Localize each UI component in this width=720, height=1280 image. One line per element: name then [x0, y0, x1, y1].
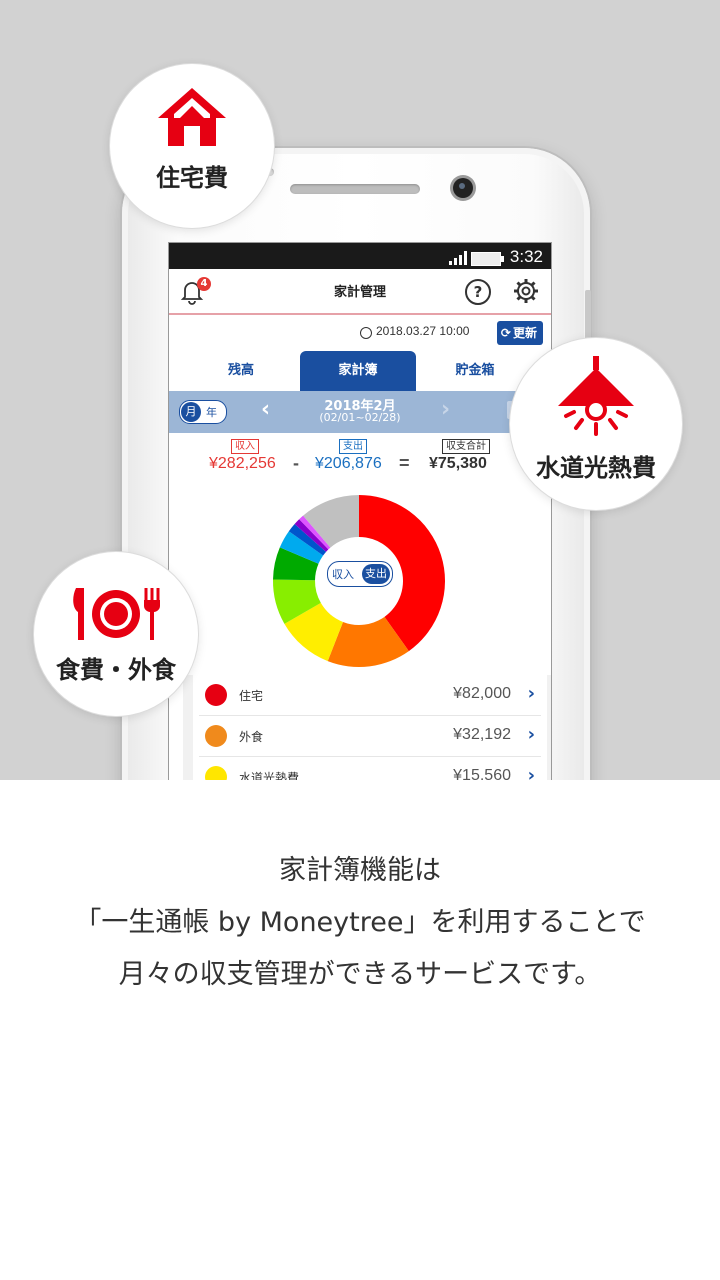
bubble-housing: 住宅費 [110, 64, 274, 228]
speaker [290, 184, 420, 194]
sync-timestamp: 2018.03.27 10:00 [376, 324, 470, 338]
bubble-food: 食費・外食 [34, 552, 198, 716]
expense-value: ¥206,876 [315, 455, 382, 472]
period-range: (02/01~02/28) [319, 411, 401, 424]
category-list-panel: 住宅 ¥82,000 › 外食 ¥32,192 › 水道光熱費 ¥15,560 … [183, 675, 551, 780]
category-name: 住宅 [239, 689, 264, 703]
caption-line-1: 家計簿機能は [279, 855, 441, 886]
minus-sign: - [293, 453, 299, 473]
period-bar: 月 年 ‹ 2018年2月 (02/01~02/28) › [169, 391, 551, 433]
sync-row: 2018.03.27 10:00 ⟳ 更新 [169, 315, 551, 351]
front-camera [453, 178, 473, 198]
gear-icon[interactable] [513, 278, 539, 304]
clock-icon [360, 327, 372, 339]
expense-label: 支出 [339, 439, 367, 454]
hero-area: 3:32 4 家計管理 ? 2018.03.27 10:00 ⟳ 更新 残高 家… [0, 0, 720, 780]
income-value: ¥282,256 [209, 455, 276, 472]
chevron-right-icon[interactable]: › [441, 397, 450, 422]
list-item-housing[interactable]: 住宅 ¥82,000 › [199, 675, 541, 716]
tab-household[interactable]: 家計簿 [300, 351, 416, 391]
summary-row: 収入 ¥282,256 - 支出 ¥206,876 = 収支合計 ¥75,380 [169, 433, 551, 481]
category-amount: ¥82,000 [453, 685, 511, 702]
income-label: 収入 [231, 439, 259, 454]
caption-line-3: 月々の収支管理ができるサービスです。 [118, 959, 602, 990]
category-name: 外食 [239, 730, 264, 744]
dining-icon [205, 725, 227, 747]
bubble-food-label: 食費・外食 [56, 656, 176, 684]
list-item-utilities[interactable]: 水道光熱費 ¥15,560 › [199, 757, 541, 780]
tab-balance[interactable]: 残高 [183, 351, 299, 391]
chevron-right-icon: › [527, 765, 535, 780]
bubble-utilities-label: 水道光熱費 [536, 454, 656, 482]
app-header: 4 家計管理 ? [169, 269, 551, 315]
lightbulb-icon [205, 766, 227, 780]
category-name: 水道光熱費 [239, 771, 300, 780]
cutlery-icon [73, 588, 160, 640]
refresh-label: 更新 [512, 326, 537, 340]
total-value: ¥75,380 [429, 455, 487, 472]
house-icon [205, 684, 227, 706]
refresh-button[interactable]: ⟳ 更新 [496, 321, 543, 345]
chevron-right-icon: › [527, 683, 535, 704]
house-icon [158, 88, 226, 146]
phone-screen: 3:32 4 家計管理 ? 2018.03.27 10:00 ⟳ 更新 残高 家… [168, 242, 552, 780]
status-bar: 3:32 [169, 243, 551, 269]
category-amount: ¥32,192 [453, 726, 511, 743]
chart-toggle-expense[interactable]: 支出 [362, 564, 390, 584]
signal-icon [449, 251, 467, 265]
help-icon[interactable]: ? [465, 279, 491, 305]
page-title: 家計管理 [333, 284, 386, 299]
caption-line-2: 「一生通帳 by Moneytree」を利用することで [74, 907, 646, 938]
battery-icon [471, 252, 504, 266]
equals-sign: = [399, 453, 410, 473]
chart-toggle[interactable]: 収入 支出 [327, 561, 393, 587]
list-item-dining[interactable]: 外食 ¥32,192 › [199, 716, 541, 757]
category-amount: ¥15,560 [453, 767, 511, 780]
tab-bar: 残高 家計簿 貯金箱 [169, 351, 551, 391]
chevron-right-icon: › [527, 724, 535, 745]
refresh-icon: ⟳ [500, 326, 511, 340]
tab-savings[interactable]: 貯金箱 [417, 351, 533, 391]
status-time: 3:32 [509, 247, 543, 266]
chart-toggle-income[interactable]: 収入 [332, 566, 354, 582]
total-label: 収支合計 [442, 439, 490, 454]
bubble-housing-label: 住宅費 [156, 164, 228, 192]
lamp-icon [558, 356, 634, 436]
category-list: 住宅 ¥82,000 › 外食 ¥32,192 › 水道光熱費 ¥15,560 … [193, 675, 547, 780]
bubble-utilities: 水道光熱費 [510, 338, 682, 510]
